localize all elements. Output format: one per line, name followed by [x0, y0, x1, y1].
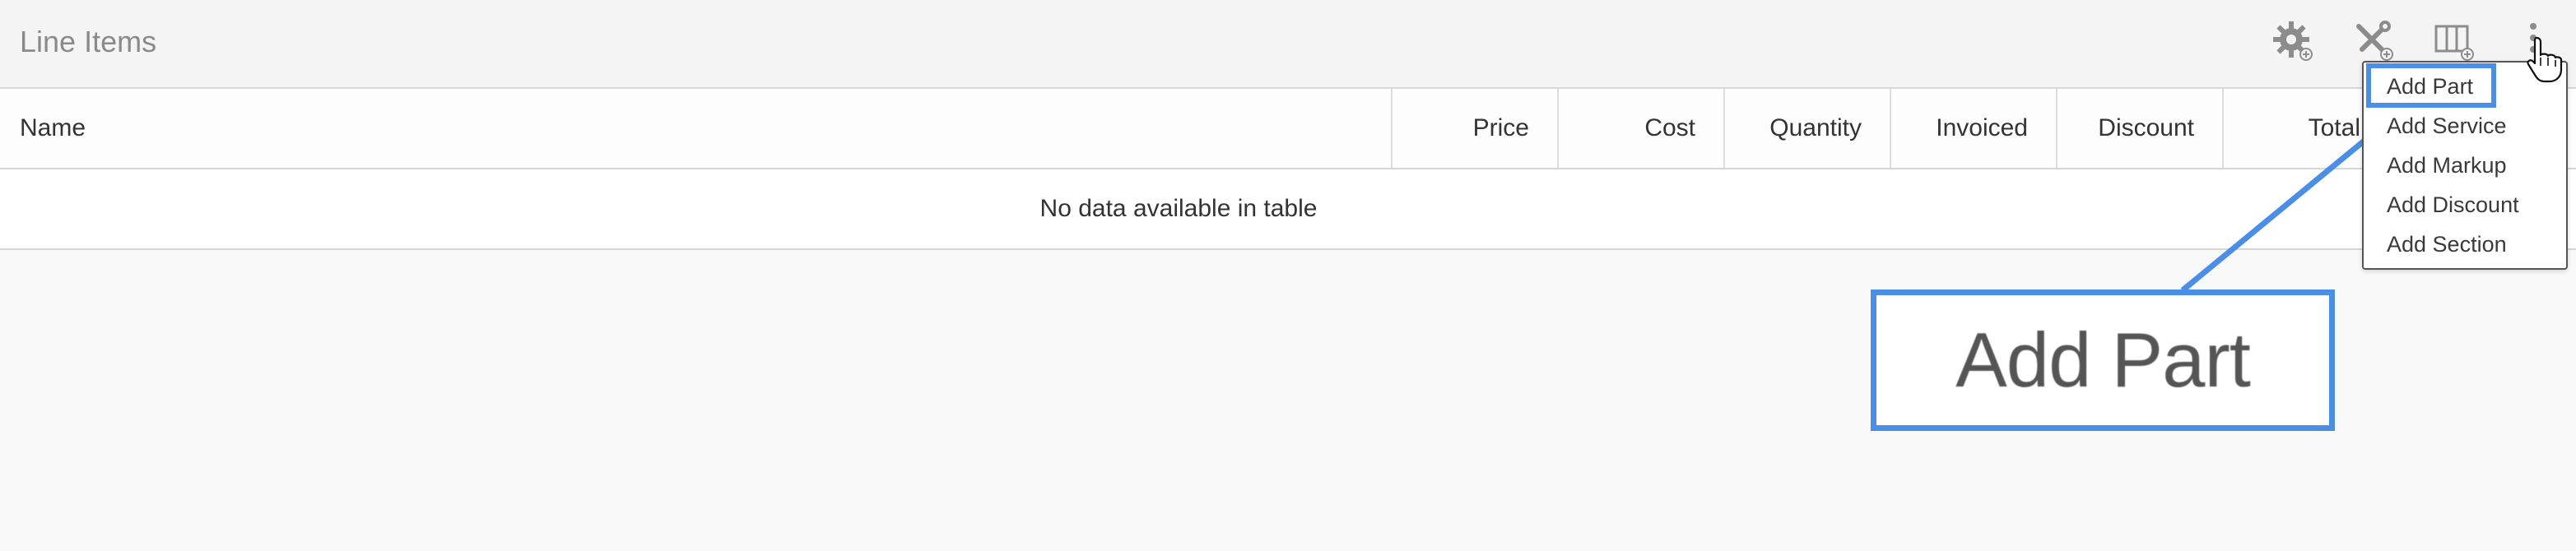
menu-item-add-markup[interactable]: Add Markup — [2387, 153, 2507, 178]
column-header-cost[interactable]: Cost — [1557, 89, 1723, 168]
menu-item-add-service[interactable]: Add Service — [2387, 113, 2507, 139]
column-header-quantity[interactable]: Quantity — [1723, 89, 1890, 168]
zoom-callout-text: Add Part — [1955, 317, 2251, 403]
empty-table-message: No data available in table — [1039, 195, 1318, 222]
column-header-invoiced[interactable]: Invoiced — [1890, 89, 2056, 168]
zoom-callout: Add Part — [1871, 289, 2335, 431]
highlight-frame-add-part — [2366, 63, 2496, 108]
page-title: Line Items — [20, 25, 157, 58]
menu-item-add-discount[interactable]: Add Discount — [2387, 192, 2519, 218]
line-items-header: Line Items — [0, 0, 2576, 89]
tools-add-icon[interactable] — [2349, 16, 2398, 66]
column-header-price[interactable]: Price — [1391, 89, 1557, 168]
hand-cursor-icon — [2525, 35, 2566, 84]
menu-item-add-section[interactable]: Add Section — [2387, 232, 2507, 257]
table-row: No data available in table — [0, 169, 2576, 250]
column-header-name[interactable]: Name — [0, 89, 1391, 168]
line-items-table: Name Price Cost Quantity Invoiced Discou… — [0, 89, 2576, 250]
columns-add-icon[interactable] — [2430, 16, 2479, 66]
column-header-discount[interactable]: Discount — [2056, 89, 2222, 168]
settings-add-icon[interactable] — [2268, 16, 2318, 66]
table-header: Name Price Cost Quantity Invoiced Discou… — [0, 89, 2576, 169]
